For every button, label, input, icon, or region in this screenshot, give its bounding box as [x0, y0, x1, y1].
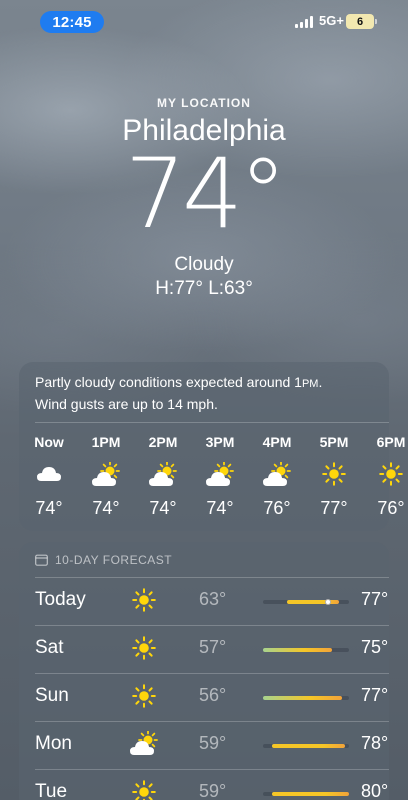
hourly-item: 2PM 74°	[135, 434, 191, 519]
forecast-row[interactable]: Mon 59° 78°	[19, 721, 389, 769]
status-time[interactable]: 12:45	[40, 11, 104, 33]
divider	[35, 721, 389, 722]
forecast-high: 77°	[361, 685, 389, 705]
partly-sunny-icon	[249, 462, 305, 488]
status-bar: 12:45 5G+ 6	[0, 0, 408, 44]
current-condition: Cloudy	[174, 254, 234, 275]
hour-temperature: 76°	[377, 498, 405, 518]
divider	[35, 769, 389, 770]
forecast-low: 63°	[199, 589, 227, 609]
hourly-item: 5PM 77°	[306, 434, 362, 519]
hourly-item: 6PM 76°	[363, 434, 408, 519]
hour-label: 1PM	[91, 434, 121, 450]
temperature-range-bar	[263, 696, 349, 700]
forecast-high: 77°	[361, 589, 389, 609]
sun-icon	[129, 779, 159, 800]
sun-icon	[129, 683, 159, 709]
forecast-row[interactable]: Tue 59° 80°	[19, 769, 389, 800]
hourly-summary: Partly cloudy conditions expected around…	[35, 372, 375, 414]
hour-label: Now	[34, 434, 64, 450]
forecast-row[interactable]: Sat 57° 75°	[19, 625, 389, 673]
temperature-range-fill	[263, 648, 332, 652]
forecast-day: Today	[35, 589, 86, 610]
summary-period: .	[318, 374, 323, 390]
forecast-day: Mon	[35, 733, 72, 754]
partly-sunny-icon	[78, 462, 134, 488]
forecast-day: Sun	[35, 685, 69, 706]
ten-day-forecast-card[interactable]: 10-DAY FORECAST Today 63° 77° Sat 57° 75° Sun 5…	[19, 542, 389, 800]
temperature-range-bar	[263, 792, 349, 796]
current-temperature: 74°	[124, 138, 287, 250]
hourly-item: 4PM 76°	[249, 434, 305, 519]
forecast-row[interactable]: Today 63° 77°	[19, 577, 389, 625]
forecast-low: 59°	[199, 733, 227, 753]
hour-temperature: 77°	[320, 498, 348, 518]
hour-temperature: 76°	[263, 498, 291, 518]
partly-sunny-icon	[135, 462, 191, 488]
sun-icon	[129, 587, 159, 613]
forecast-low: 56°	[199, 685, 227, 705]
divider	[35, 422, 389, 423]
hour-label: 2PM	[148, 434, 178, 450]
cloud-icon	[21, 462, 77, 488]
temperature-range-fill	[263, 696, 343, 700]
divider	[35, 625, 389, 626]
partly-sunny-icon	[192, 462, 248, 488]
hourly-forecast-card[interactable]: Partly cloudy conditions expected around…	[19, 362, 405, 531]
current-weather: MY LOCATION Philadelphia 74° Cloudy H:77…	[0, 96, 408, 300]
hourly-item: 1PM 74°	[78, 434, 134, 519]
hourly-item: Now 74°	[21, 434, 77, 519]
hour-temperature: 74°	[206, 498, 234, 518]
temperature-range-bar	[263, 744, 349, 748]
forecast-day: Sat	[35, 637, 64, 658]
temperature-range-bar	[263, 648, 349, 652]
hour-label: 4PM	[262, 434, 292, 450]
calendar-icon	[35, 554, 48, 566]
network-type: 5G+	[319, 13, 344, 28]
forecast-header: 10-DAY FORECAST	[35, 552, 172, 568]
hourly-item: 3PM 74°	[192, 434, 248, 519]
forecast-title: 10-DAY FORECAST	[55, 553, 173, 567]
partly-sunny-icon	[129, 731, 159, 757]
forecast-low: 59°	[199, 781, 227, 800]
sun-icon	[306, 462, 362, 488]
current-temp-marker	[324, 599, 331, 605]
forecast-row[interactable]: Sun 56° 77°	[19, 673, 389, 721]
forecast-high: 75°	[361, 637, 389, 657]
temperature-range-fill	[271, 744, 345, 748]
temperature-range-bar	[263, 599, 349, 605]
hour-label: 5PM	[319, 434, 349, 450]
forecast-low: 57°	[199, 637, 227, 657]
divider	[35, 673, 389, 674]
temperature-range-fill	[271, 792, 349, 796]
sun-icon	[129, 635, 159, 661]
divider	[35, 577, 389, 578]
summary-text: Partly cloudy conditions expected around…	[35, 374, 302, 390]
hour-temperature: 74°	[35, 498, 63, 518]
forecast-high: 80°	[361, 781, 389, 800]
battery-level: 6	[356, 15, 364, 28]
sun-icon	[363, 462, 408, 488]
hour-label: 3PM	[205, 434, 235, 450]
location-label: MY LOCATION	[157, 96, 251, 110]
hour-temperature: 74°	[149, 498, 177, 518]
temperature-range-fill	[287, 600, 339, 604]
hour-temperature: 74°	[92, 498, 120, 518]
cellular-signal-icon	[295, 16, 315, 28]
summary-pm: PM	[301, 378, 319, 390]
high-low: H:77° L:63°	[155, 278, 253, 299]
forecast-day: Tue	[35, 781, 68, 800]
summary-wind: Wind gusts are up to 14 mph.	[35, 396, 218, 412]
hour-label: 6PM	[376, 434, 406, 450]
forecast-high: 78°	[361, 733, 389, 753]
battery-icon: 6	[346, 14, 377, 29]
